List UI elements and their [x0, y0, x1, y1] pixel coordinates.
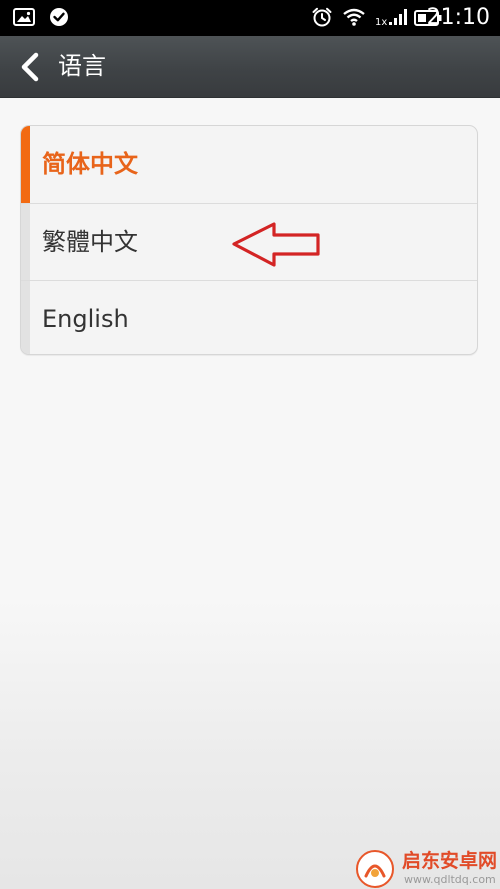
watermark-url: www.qdltdq.com — [404, 873, 496, 886]
watermark-name: 启东安卓网 — [402, 850, 498, 872]
language-item-simplified-chinese[interactable]: 简体中文 — [21, 126, 477, 203]
language-item-english[interactable]: English — [21, 280, 477, 354]
page-title: 语言 — [58, 52, 106, 80]
wifi-icon — [342, 7, 366, 27]
watermark-logo-icon — [356, 850, 394, 888]
action-bar: 语言 — [0, 36, 500, 98]
back-button[interactable] — [12, 47, 52, 87]
chevron-left-icon — [21, 52, 39, 82]
language-item-label: 繁體中文 — [42, 228, 138, 256]
signal-icon — [388, 7, 410, 27]
check-notification-icon — [49, 7, 69, 27]
language-item-label: 简体中文 — [42, 150, 138, 178]
language-item-label: English — [42, 305, 129, 333]
selected-indicator — [21, 126, 30, 203]
status-time: 21:10 — [426, 5, 490, 30]
image-notification-icon — [13, 8, 35, 26]
watermark: 启东安卓网 www.qdltdq.com — [356, 846, 500, 889]
red-arrow-left-icon — [228, 220, 324, 270]
status-bar: 1x 21:10 — [0, 0, 500, 36]
alarm-icon — [311, 6, 333, 28]
network-type-label: 1x — [375, 17, 388, 28]
